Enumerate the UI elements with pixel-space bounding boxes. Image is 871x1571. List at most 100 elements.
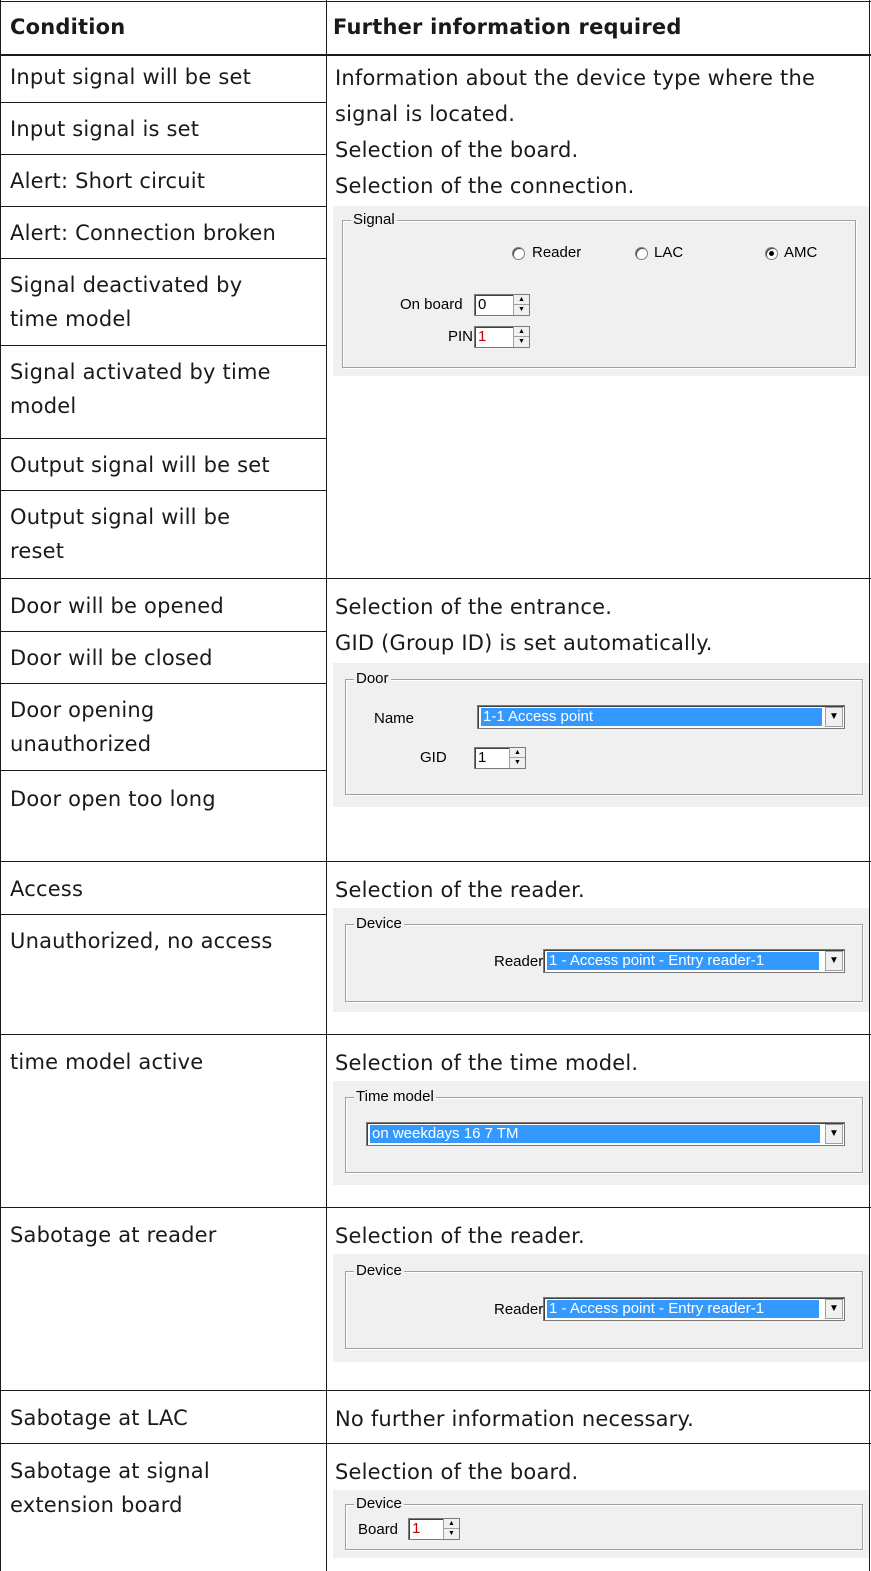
chevron-down-icon[interactable]: ▼ (825, 1299, 843, 1319)
condition-cell: Sabotage at reader (10, 1223, 217, 1247)
time-model-panel: Time model on weekdays 16 7 TM ▼ (333, 1081, 869, 1185)
row-divider (0, 206, 326, 207)
row-divider (0, 154, 326, 155)
reader-label: Reader (494, 1301, 544, 1318)
info-text: signal is located. (335, 102, 516, 126)
row-divider (0, 770, 326, 771)
condition-cell: Signal activated by time model (10, 360, 271, 418)
group-divider (0, 1034, 871, 1035)
radio-amc-label: AMC (784, 244, 818, 261)
onboard-spin-buttons[interactable]: ▲ ▼ (513, 295, 529, 315)
onboard-stepper[interactable]: 0 ▲ ▼ (474, 294, 530, 316)
radio-reader[interactable] (512, 247, 525, 260)
condition-cell: Access (10, 877, 84, 901)
chevron-down-icon[interactable]: ▼ (825, 1124, 843, 1144)
condition-cell: Door opening unauthorized (10, 698, 155, 756)
row-divider (0, 631, 326, 632)
column-header-info: Further information required (333, 15, 682, 39)
group-divider (0, 1390, 871, 1391)
radio-lac[interactable] (635, 247, 648, 260)
condition-cell: time model active (10, 1050, 204, 1074)
pin-spin-buttons[interactable]: ▲ ▼ (513, 327, 529, 347)
time-model-groupbox: Time model on weekdays 16 7 TM ▼ (345, 1088, 863, 1173)
spin-down-icon[interactable]: ▼ (510, 758, 525, 768)
time-model-value: on weekdays 16 7 TM (370, 1125, 820, 1143)
board-spin-buttons[interactable]: ▲ ▼ (443, 1519, 459, 1539)
onboard-label: On board (400, 296, 463, 313)
info-text: Selection of the board. (335, 138, 579, 162)
spin-up-icon[interactable]: ▲ (514, 295, 529, 305)
access-reader-select[interactable]: 1 - Access point - Entry reader-1 ▼ (543, 949, 845, 973)
spin-up-icon[interactable]: ▲ (514, 327, 529, 337)
condition-cell: Alert: Short circuit (10, 169, 206, 193)
info-text: No further information necessary. (335, 1407, 695, 1431)
signal-groupbox: Signal Reader LAC AMC On board 0 ▲ ▼ PIN … (342, 211, 856, 368)
pin-label: PIN (448, 328, 474, 345)
device-group-label: Device (354, 1495, 404, 1513)
condition-cell: Input signal is set (10, 117, 200, 141)
device-group-label: Device (354, 1262, 404, 1280)
spin-down-icon[interactable]: ▼ (444, 1529, 459, 1539)
access-device-panel: Device Reader 1 - Access point - Entry r… (333, 908, 869, 1012)
signal-group-label: Signal (351, 211, 397, 229)
board-stepper[interactable]: 1 ▲ ▼ (408, 1518, 460, 1540)
group-divider (0, 861, 871, 862)
radio-amc[interactable] (765, 247, 778, 260)
group-divider (0, 1207, 871, 1208)
condition-cell: Alert: Connection broken (10, 221, 277, 245)
spin-down-icon[interactable]: ▼ (514, 305, 529, 315)
device-group-label: Device (354, 915, 404, 933)
gid-spin-buttons[interactable]: ▲ ▼ (509, 748, 525, 768)
door-groupbox: Door Name 1-1 Access point ▼ GID 1 ▲ ▼ (345, 670, 863, 795)
row-divider (0, 490, 326, 491)
table-border-left (0, 0, 1, 1571)
group-divider (0, 578, 871, 579)
board-device-groupbox: Device Board 1 ▲ ▼ (345, 1495, 863, 1550)
condition-cell: Door will be opened (10, 594, 224, 618)
gid-stepper[interactable]: 1 ▲ ▼ (474, 747, 526, 769)
time-model-select[interactable]: on weekdays 16 7 TM ▼ (366, 1122, 845, 1146)
info-text: Selection of the entrance. (335, 595, 613, 619)
condition-cell: Door will be closed (10, 646, 213, 670)
board-label: Board (358, 1521, 399, 1538)
sabotage-reader-select[interactable]: 1 - Access point - Entry reader-1 ▼ (543, 1297, 845, 1321)
time-model-group-label: Time model (354, 1088, 436, 1106)
info-text: Selection of the reader. (335, 878, 585, 902)
chevron-down-icon[interactable]: ▼ (825, 707, 843, 727)
row-divider (0, 683, 326, 684)
pin-stepper[interactable]: 1 ▲ ▼ (474, 326, 530, 348)
spin-up-icon[interactable]: ▲ (444, 1519, 459, 1529)
chevron-down-icon[interactable]: ▼ (825, 951, 843, 971)
spin-down-icon[interactable]: ▼ (514, 337, 529, 347)
door-name-select[interactable]: 1-1 Access point ▼ (477, 705, 845, 729)
condition-cell: Unauthorized, no access (10, 929, 273, 953)
condition-cell: Sabotage at signal extension board (10, 1459, 210, 1517)
gid-label: GID (420, 749, 447, 766)
door-panel: Door Name 1-1 Access point ▼ GID 1 ▲ ▼ (333, 663, 869, 807)
info-text: Selection of the reader. (335, 1224, 585, 1248)
row-divider (0, 102, 326, 103)
board-device-panel: Device Board 1 ▲ ▼ (333, 1490, 869, 1558)
info-text: GID (Group ID) is set automatically. (335, 631, 713, 655)
row-divider (0, 258, 326, 259)
signal-panel: Signal Reader LAC AMC On board 0 ▲ ▼ PIN … (333, 206, 869, 376)
spin-up-icon[interactable]: ▲ (510, 748, 525, 758)
condition-cell: Signal deactivated by time model (10, 273, 243, 331)
info-text: Selection of the time model. (335, 1051, 639, 1075)
column-header-condition: Condition (10, 15, 126, 39)
radio-reader-label: Reader (532, 244, 582, 261)
sabotage-device-panel: Device Reader 1 - Access point - Entry r… (333, 1254, 869, 1362)
pin-value: 1 (478, 328, 487, 345)
radio-lac-label: LAC (654, 244, 684, 261)
group-divider (0, 1443, 871, 1444)
header-divider (0, 54, 871, 56)
door-name-value: 1-1 Access point (481, 708, 822, 726)
access-device-groupbox: Device Reader 1 - Access point - Entry r… (345, 915, 863, 1002)
reader-value: 1 - Access point - Entry reader-1 (547, 952, 819, 970)
door-group-label: Door (354, 670, 391, 688)
info-text: Selection of the connection. (335, 174, 635, 198)
reader-value: 1 - Access point - Entry reader-1 (547, 1300, 819, 1318)
condition-cell: Sabotage at LAC (10, 1406, 189, 1430)
condition-cell: Door open too long (10, 787, 216, 811)
row-divider (0, 438, 326, 439)
